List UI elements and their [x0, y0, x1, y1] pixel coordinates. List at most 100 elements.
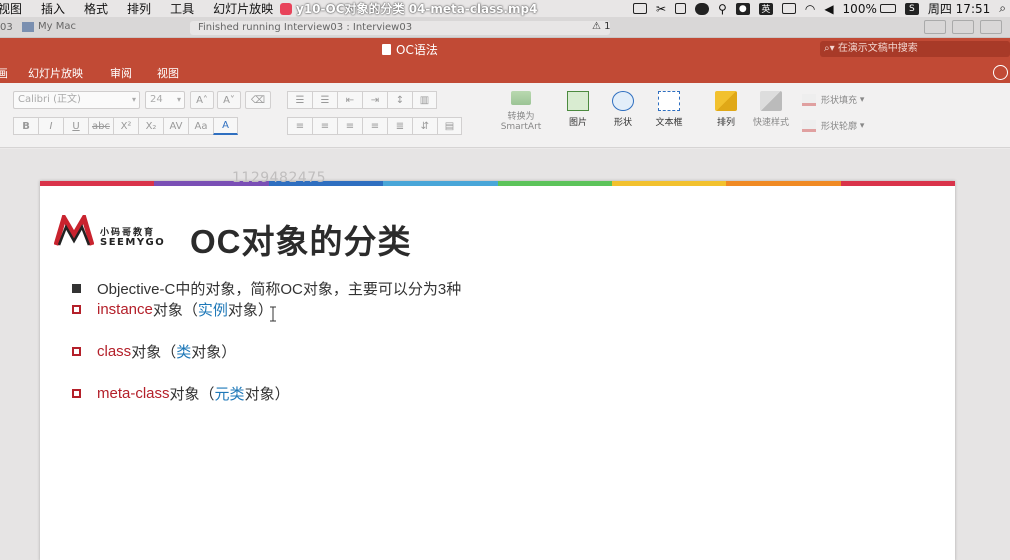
mac-icon — [22, 21, 34, 32]
spotlight-search-icon[interactable]: ⌕ — [999, 1, 1006, 16]
input-method-icon[interactable]: 英 — [758, 2, 773, 15]
change-case-button[interactable]: Aa — [188, 117, 213, 135]
term-instance-cn: 实例 — [197, 302, 228, 319]
align-text-icon[interactable]: ▤ — [437, 117, 462, 135]
clock[interactable]: 周四 17:51 — [928, 0, 990, 17]
bold-button[interactable]: B — [13, 117, 38, 135]
text-fragment: 对象（ — [152, 302, 198, 319]
quick-styles-icon — [760, 91, 782, 111]
run-destination[interactable]: My Mac — [22, 21, 76, 32]
tab-draw[interactable]: 画 — [0, 65, 8, 81]
square-bullet-icon — [72, 284, 81, 293]
hollow-square-bullet-icon — [72, 389, 81, 398]
powerpoint-title-bar: OC语法 ⌕▾ 在演示文稿中搜索 — [0, 38, 1010, 60]
bullet-text: Objective-C中的对象，简称OC对象，主要可以分为3种 — [97, 281, 462, 298]
tab-view[interactable]: 视图 — [157, 65, 179, 81]
convert-smartart-button[interactable]: 转换为 SmartArt — [498, 91, 544, 132]
bullet-class: class 对象（类对象） — [72, 341, 912, 362]
bullet-instance: instance 对象（ 实例 对象） — [72, 299, 912, 320]
distribute-icon[interactable]: ≣ — [387, 117, 412, 135]
align-right-icon[interactable]: ≡ — [337, 117, 362, 135]
outdent-icon[interactable]: ⇤ — [337, 91, 362, 109]
debug-toggle-icon[interactable] — [952, 20, 974, 34]
activity-status: Finished running Interview03 : Interview… — [190, 21, 610, 35]
smartart-icon — [511, 91, 531, 105]
subscript-button[interactable]: X₂ — [138, 117, 163, 135]
volume-icon[interactable]: ◀ — [824, 2, 833, 16]
align-left-icon[interactable]: ≡ — [287, 117, 312, 135]
scissors-icon[interactable]: ✂ — [656, 2, 666, 16]
picture-icon — [567, 91, 589, 111]
shape-outline-button[interactable]: 形状轮廓 ▾ — [802, 119, 864, 132]
shape-button[interactable]: 形状 — [606, 91, 640, 128]
arrange-icon — [715, 91, 737, 111]
clear-format-icon[interactable]: ⌫ — [245, 91, 271, 109]
numbering-icon[interactable]: ☰ — [312, 91, 337, 109]
display-icon[interactable] — [781, 3, 796, 14]
tab-review[interactable]: 审阅 — [110, 65, 132, 81]
italic-button[interactable]: I — [38, 117, 63, 135]
watermark: 1129482475 — [232, 170, 327, 186]
battery-status[interactable]: 100% — [843, 2, 896, 16]
indent-icon[interactable]: ⇥ — [362, 91, 387, 109]
line-spacing-icon[interactable]: ↕ — [387, 91, 412, 109]
bullet-meta-class: meta-class 对象（ 元类 对象） — [72, 383, 912, 404]
tuning-fork-icon[interactable]: ⚲ — [718, 2, 727, 16]
bullets-icon[interactable]: ☰ — [287, 91, 312, 109]
tab-slideshow[interactable]: 幻灯片放映 — [28, 65, 83, 81]
cloud-icon[interactable] — [695, 2, 710, 15]
font-format-group: B I U abc X² X₂ AV Aa A — [13, 117, 238, 135]
menu-insert[interactable]: 插入 — [41, 0, 65, 17]
document-icon — [382, 44, 391, 55]
copy-icon[interactable] — [675, 3, 687, 14]
color-stripe — [40, 181, 955, 186]
text-direction-icon[interactable]: ⇵ — [412, 117, 437, 135]
underline-button[interactable]: U — [63, 117, 88, 135]
inspector-toggle-icon[interactable] — [980, 20, 1002, 34]
ribbon-tabs: 画 幻灯片放映 审阅 视图 — [0, 60, 1010, 83]
scheme-fragment: 03 — [0, 22, 13, 33]
slide-canvas[interactable]: 小码哥教育 SEEMYGO OC对象的分类 Objective-C中的对象，简称… — [40, 181, 955, 560]
increase-font-icon[interactable]: A˄ — [190, 91, 214, 109]
ribbon: Calibri (正文) 24 A˄ A˅ ⌫ B I U abc X² X₂ … — [0, 83, 1010, 148]
align-center-icon[interactable]: ≡ — [312, 117, 337, 135]
menu-slideshow[interactable]: 幻灯片放映 — [213, 0, 273, 17]
menu-tools[interactable]: 工具 — [170, 0, 194, 17]
battery-icon — [879, 4, 896, 13]
menu-view[interactable]: 视图 — [0, 0, 22, 17]
justify-icon[interactable]: ≡ — [362, 117, 387, 135]
menu-arrange[interactable]: 排列 — [127, 0, 151, 17]
font-color-button[interactable]: A — [213, 117, 238, 135]
logo-mark-icon — [54, 215, 94, 246]
char-spacing-button[interactable]: AV — [163, 117, 188, 135]
strikethrough-button[interactable]: abc — [88, 117, 113, 135]
feedback-smiley-icon[interactable] — [993, 65, 1008, 80]
logo-english: SEEMYGO — [100, 237, 166, 248]
textbox-button[interactable]: 文本框 — [651, 91, 687, 128]
picture-button[interactable]: 图片 — [561, 91, 595, 128]
slide-body[interactable]: Objective-C中的对象，简称OC对象，主要可以分为3种 instance… — [72, 278, 912, 404]
superscript-button[interactable]: X² — [113, 117, 138, 135]
font-name-select[interactable]: Calibri (正文) — [13, 91, 140, 109]
navigator-toggle-icon[interactable] — [924, 20, 946, 34]
warning-count[interactable]: ⚠ 1 — [592, 21, 611, 32]
arrange-button[interactable]: 排列 — [708, 91, 744, 128]
term-meta-class-cn: 元类 — [214, 386, 245, 403]
search-input[interactable]: ⌕▾ 在演示文稿中搜索 — [820, 41, 1010, 57]
slide-title[interactable]: OC对象的分类 — [190, 215, 412, 263]
font-size-select[interactable]: 24 — [145, 91, 185, 109]
decrease-font-icon[interactable]: A˅ — [217, 91, 241, 109]
menu-format[interactable]: 格式 — [84, 0, 108, 17]
screen-record-icon[interactable] — [632, 3, 647, 14]
quick-styles-button[interactable]: 快速样式 — [750, 91, 792, 128]
stripe-segment — [840, 181, 955, 186]
video-title-text: y10-OC对象的分类 04-meta-class.mp4 — [296, 2, 538, 16]
term-class: class — [97, 343, 132, 360]
sync-icon[interactable]: S — [904, 2, 919, 15]
columns-icon[interactable]: ▥ — [412, 91, 437, 109]
shape-fill-button[interactable]: 形状填充 ▾ — [802, 93, 864, 106]
wifi-icon[interactable]: ◠ — [805, 2, 815, 16]
mic-icon[interactable]: ● — [735, 2, 750, 15]
hollow-square-bullet-icon — [72, 347, 81, 356]
align-group: ≡ ≡ ≡ ≡ ≣ ⇵ ▤ — [287, 117, 462, 135]
